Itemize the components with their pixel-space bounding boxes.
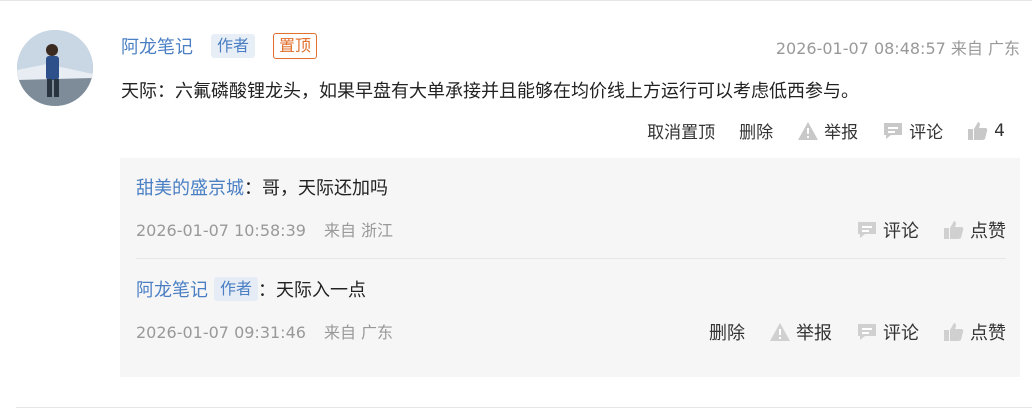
reply-location: 来自 浙江 (323, 221, 394, 240)
reply-line: 甜美的盛京城 ：哥，天际还加吗 (136, 174, 1006, 200)
reply-text: ：天际入一点 (258, 280, 367, 301)
pinned-badge: 置顶 (273, 33, 318, 59)
reply-comment-button[interactable]: 评论 (856, 319, 919, 345)
reply-line: 阿龙笔记 作者 ：天际入一点 (136, 276, 1006, 302)
report-label: 举报 (824, 123, 859, 143)
post-actions: 取消置顶 删除 举报 评论 4 (623, 118, 1005, 144)
author-badge: 作者 (211, 34, 256, 58)
reply-report-label: 举报 (796, 323, 832, 344)
reply-actions: 评论 点赞 (832, 217, 1006, 243)
reply-author-badge: 作者 (214, 277, 259, 301)
warning-icon (770, 323, 790, 341)
post-author-name[interactable]: 阿龙笔记 (121, 33, 193, 59)
reply-timestamp: 2026-01-07 09:31:46 (136, 323, 306, 342)
bottom-divider (16, 407, 1032, 408)
comment-icon (884, 122, 903, 139)
reply-delete-button[interactable]: 删除 (709, 319, 745, 345)
thumbs-up-icon (968, 121, 988, 140)
reply-item: 阿龙笔记 作者 ：天际入一点 2026-01-07 09:31:46 来自 广东 … (136, 276, 1006, 344)
like-count: 4 (994, 120, 1005, 141)
reply-report-button[interactable]: 举报 (769, 319, 832, 345)
reply-comment-label: 评论 (883, 221, 919, 242)
reply-box: 甜美的盛京城 ：哥，天际还加吗 2026-01-07 10:58:39 来自 浙江… (120, 158, 1020, 377)
thumbs-up-icon (944, 323, 964, 341)
avatar[interactable] (17, 30, 93, 106)
top-divider (0, 0, 1032, 1)
reply-like-button[interactable]: 点赞 (943, 217, 1006, 243)
comment-icon (858, 222, 876, 238)
delete-button[interactable]: 删除 (739, 118, 773, 143)
post-meta: 2026-01-07 08:48:57 来自 广东 (776, 35, 1020, 59)
reply-like-label: 点赞 (970, 323, 1006, 344)
reply-actions: 删除 举报 评论 点赞 (685, 319, 1006, 345)
thumbs-up-icon (944, 221, 964, 239)
post-content: 天际：六氟磷酸锂龙头，如果早盘有大单承接并且能够在均价线上方运行可以考虑低西参与… (121, 81, 859, 102)
avatar-photo (17, 30, 93, 106)
warning-icon (798, 121, 819, 140)
reply-timestamp: 2026-01-07 10:58:39 (136, 221, 306, 240)
delete-label: 删除 (739, 123, 774, 143)
reply-user[interactable]: 阿龙笔记 (136, 276, 208, 302)
reply-like-label: 点赞 (970, 221, 1006, 242)
reply-comment-label: 评论 (883, 323, 919, 344)
reply-divider (136, 258, 1006, 259)
unpin-label: 取消置顶 (647, 123, 716, 143)
reply-comment-button[interactable]: 评论 (856, 217, 919, 243)
like-button[interactable]: 4 (967, 121, 1005, 141)
comment-label: 评论 (909, 123, 944, 143)
reply-location: 来自 广东 (323, 323, 394, 342)
reply-item: 甜美的盛京城 ：哥，天际还加吗 2026-01-07 10:58:39 来自 浙江… (136, 174, 1006, 242)
reply-delete-label: 删除 (709, 323, 745, 344)
reply-meta: 2026-01-07 09:31:46 来自 广东 (136, 319, 393, 343)
unpin-button[interactable]: 取消置顶 (647, 118, 715, 143)
report-button[interactable]: 举报 (797, 118, 858, 143)
comment-icon (858, 324, 876, 340)
reply-text: ：哥，天际还加吗 (244, 178, 388, 199)
reply-meta: 2026-01-07 10:58:39 来自 浙江 (136, 217, 393, 241)
post-location: 来自 广东 (950, 39, 1020, 58)
reply-like-button[interactable]: 点赞 (943, 319, 1006, 345)
post-timestamp: 2026-01-07 08:48:57 (775, 39, 946, 58)
reply-user[interactable]: 甜美的盛京城 (136, 174, 244, 200)
comment-button[interactable]: 评论 (882, 118, 943, 143)
